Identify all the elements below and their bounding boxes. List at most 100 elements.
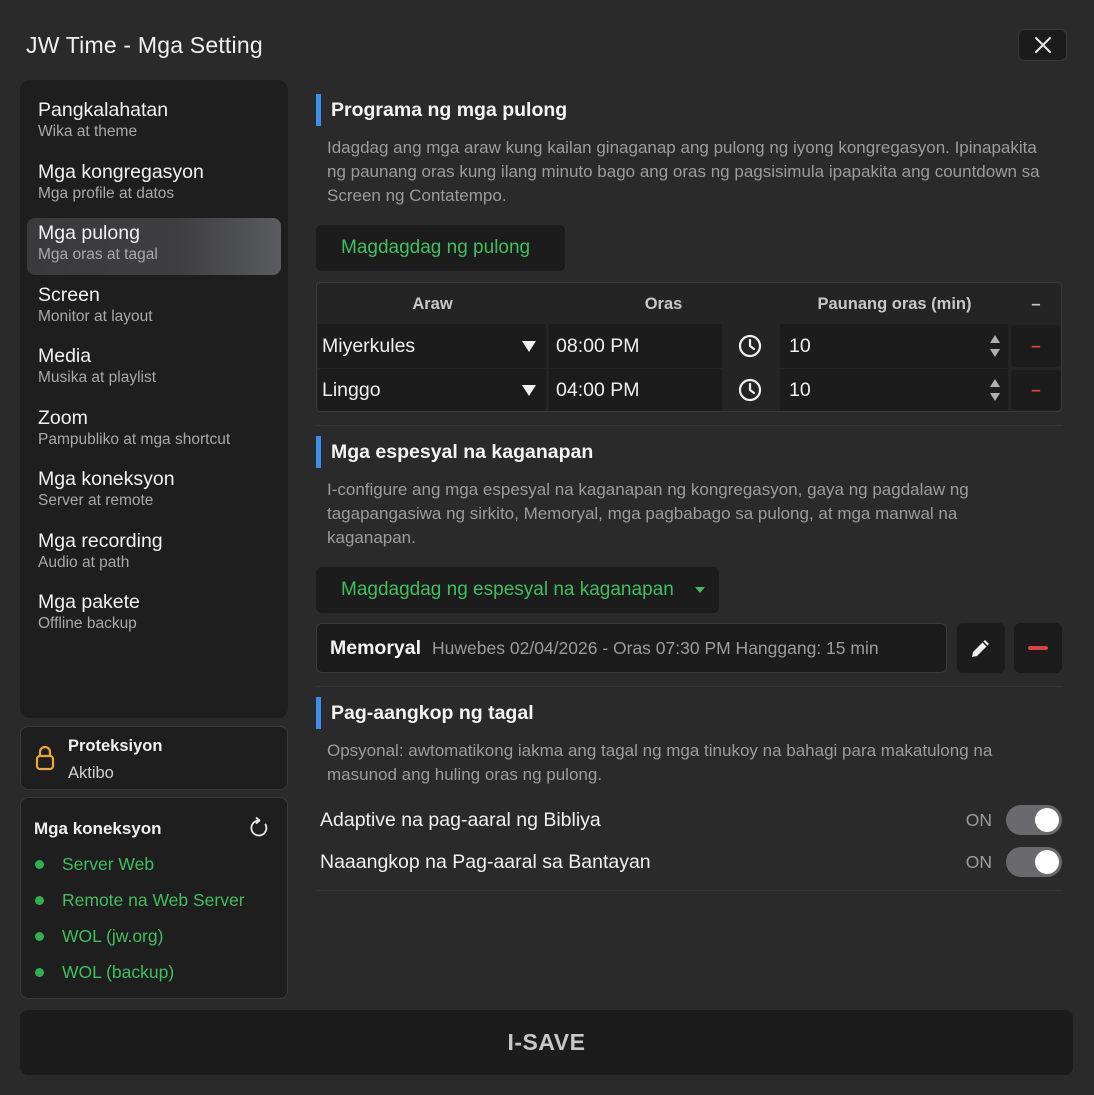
connection-item-wol-jw: WOL (jw.org): [35, 926, 163, 947]
column-header-remove: –: [1031, 295, 1041, 313]
section-description: Opsyonal: awtomatikong iakma ang tagal n…: [327, 741, 993, 784]
sidebar-item-subtitle: Musika at playlist: [38, 369, 157, 386]
close-button[interactable]: [1018, 29, 1067, 61]
section-title: Programa ng mga pulong: [331, 98, 568, 121]
meeting-table: Araw Oras Paunang oras (min) – Miyerkule…: [316, 282, 1062, 412]
sidebar-item-subtitle: Mga profile at datos: [38, 184, 175, 202]
add-special-event-label: Magdagdag ng espesyal na kaganapan: [341, 579, 674, 600]
sidebar-item-subtitle: Mga oras at tagal: [38, 246, 158, 263]
sidebar-item-subtitle: Wika at theme: [38, 123, 138, 140]
sidebar-item-meetings[interactable]: Mga pulong Mga oras at tagal: [27, 218, 281, 275]
clock-icon: [738, 334, 761, 358]
day-select[interactable]: Miyerkules: [318, 324, 546, 368]
sidebar-item-connections[interactable]: Mga koneksyon Server at remote: [27, 464, 281, 521]
sidebar-item-subtitle: Server at remote: [38, 492, 154, 509]
stepper-arrows[interactable]: [990, 335, 1000, 357]
toggle-row-bible-study: Adaptive na pag-aaral ng Bibliya ON: [320, 805, 1062, 835]
sidebar-item-subtitle: Offline backup: [38, 615, 137, 632]
add-meeting-button[interactable]: Magdagdag ng pulong: [316, 225, 565, 271]
toggle-label: Naaangkop na Pag-aaral sa Bantayan: [320, 850, 651, 873]
section-divider: [316, 890, 1062, 891]
day-select-value: Linggo: [322, 378, 381, 401]
section-description: Idagdag ang mga araw kung kailan ginagan…: [327, 138, 1040, 205]
connections-status-card: Mga koneksyon Server Web Remote na Web S…: [20, 797, 288, 999]
sidebar-item-label: Mga pakete: [38, 591, 140, 613]
stepper-up-icon[interactable]: [990, 335, 1000, 343]
special-event-item: Memoryal Huwebes 02/04/2026 - Oras 07:30…: [316, 623, 947, 673]
section-accent-bar: [316, 436, 321, 468]
pre-time-stepper[interactable]: 10: [780, 324, 1008, 368]
toggle-row-watchtower-study: Naaangkop na Pag-aaral sa Bantayan ON: [320, 847, 1062, 877]
stepper-arrows[interactable]: [990, 379, 1000, 401]
time-input[interactable]: 08:00 PM: [549, 324, 777, 368]
toggle-state-text: ON: [965, 809, 992, 830]
sidebar-item-zoom[interactable]: Zoom Pampubliko at mga shortcut: [27, 403, 281, 460]
sidebar-item-congregations[interactable]: Mga kongregasyon Mga profile at datos: [27, 157, 281, 214]
time-input-value: 08:00 PM: [556, 334, 640, 357]
protection-status-card[interactable]: Proteksiyon Aktibo: [20, 726, 288, 790]
sidebar-item-recordings[interactable]: Mga recording Audio at path: [27, 526, 281, 583]
connection-label: WOL (backup): [62, 962, 175, 982]
close-icon: [1034, 37, 1051, 53]
section-description: I-configure ang mga espesyal na kaganapa…: [327, 480, 969, 547]
status-dot-icon: [35, 860, 44, 869]
time-input[interactable]: 04:00 PM: [549, 369, 777, 411]
toggle-knob: [1035, 850, 1059, 874]
sidebar-item-general[interactable]: Pangkalahatan Wika at theme: [27, 95, 281, 152]
time-input-value: 04:00 PM: [556, 378, 640, 401]
section-header-adaptation: Pag-aangkop ng tagal: [316, 697, 534, 729]
pre-time-value: 10: [789, 378, 811, 401]
column-header-day: Araw: [412, 295, 453, 313]
pencil-icon: [972, 640, 989, 657]
sidebar-item-label: Mga pulong: [38, 222, 140, 244]
sidebar-item-subtitle: Pampubliko at mga shortcut: [38, 430, 231, 448]
section-divider: [316, 425, 1062, 426]
section-title: Mga espesyal na kaganapan: [331, 440, 594, 463]
remove-meeting-button[interactable]: –: [1011, 325, 1061, 367]
section-title: Pag-aangkop ng tagal: [331, 701, 534, 724]
connection-item-server-web: Server Web: [35, 854, 154, 875]
status-dot-icon: [35, 896, 44, 905]
pre-time-stepper[interactable]: 10: [780, 369, 1008, 411]
stepper-down-icon[interactable]: [990, 393, 1000, 401]
dropdown-arrow-icon: [695, 587, 705, 593]
remove-meeting-button[interactable]: –: [1011, 370, 1061, 410]
add-special-event-button[interactable]: Magdagdag ng espesyal na kaganapan: [316, 567, 719, 613]
sidebar-item-subtitle: Monitor at layout: [38, 307, 153, 325]
save-button[interactable]: I-SAVE: [20, 1010, 1073, 1075]
column-header-time: Oras: [644, 295, 683, 313]
stepper-up-icon[interactable]: [990, 379, 1000, 387]
minus-icon: [1028, 646, 1048, 650]
stepper-down-icon[interactable]: [990, 349, 1000, 357]
protection-title: Proteksiyon: [68, 737, 163, 755]
connection-label: Remote na Web Server: [62, 890, 245, 910]
lock-icon: [35, 745, 55, 771]
bible-study-toggle[interactable]: [1006, 805, 1062, 835]
sidebar-item-packages[interactable]: Mga pakete Offline backup: [27, 587, 281, 644]
sidebar-item-media[interactable]: Media Musika at playlist: [27, 341, 281, 398]
sidebar-item-screen[interactable]: Screen Monitor at layout: [27, 280, 281, 337]
edit-event-button[interactable]: [957, 623, 1005, 673]
sidebar-item-label: Screen: [38, 283, 100, 306]
connection-label: WOL (jw.org): [62, 926, 164, 946]
section-accent-bar: [316, 697, 321, 729]
section-header-special-events: Mga espesyal na kaganapan: [316, 436, 593, 468]
sidebar-item-label: Mga koneksyon: [38, 468, 175, 490]
sidebar-item-label: Media: [38, 345, 92, 367]
protection-status: Aktibo: [68, 764, 114, 782]
connection-label: Server Web: [62, 854, 155, 874]
settings-sidebar: Pangkalahatan Wika at theme Mga kongrega…: [20, 80, 288, 718]
section-header-schedule: Programa ng mga pulong: [316, 94, 567, 126]
time-picker-button[interactable]: [722, 324, 777, 368]
time-picker-button[interactable]: [722, 369, 777, 411]
connection-item-wol-backup: WOL (backup): [35, 962, 174, 983]
delete-event-button[interactable]: [1014, 623, 1062, 673]
connection-item-remote-web-server: Remote na Web Server: [35, 890, 245, 911]
day-select[interactable]: Linggo: [318, 369, 546, 411]
status-dot-icon: [35, 968, 44, 977]
refresh-icon[interactable]: [248, 817, 270, 839]
watchtower-study-toggle[interactable]: [1006, 847, 1062, 877]
connections-title: Mga koneksyon: [34, 819, 162, 838]
toggle-label: Adaptive na pag-aaral ng Bibliya: [320, 808, 601, 831]
status-dot-icon: [35, 932, 44, 941]
